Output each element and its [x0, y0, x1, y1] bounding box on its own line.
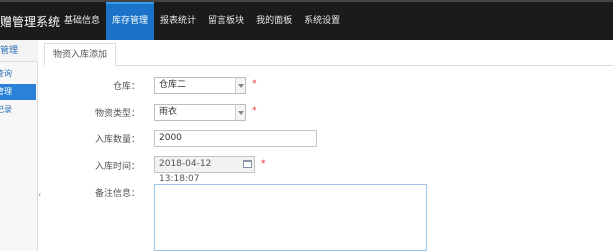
sidebar-item-label: 查询: [0, 69, 12, 78]
required-marker: *: [252, 79, 257, 89]
main-nav: 基础信息 库存管理 报表统计 留言板块 我的面板 系统设置: [58, 2, 346, 40]
nav-item-reports[interactable]: 报表统计: [154, 2, 202, 40]
nav-item-my-panel[interactable]: 我的面板: [250, 2, 298, 40]
sidebar-item-records[interactable]: 记录: [0, 102, 36, 118]
warehouse-select-value: 仓库二: [159, 80, 187, 90]
top-navbar: 捐赠管理系统 基础信息 库存管理 报表统计 留言板块 我的面板 系统设置: [0, 0, 613, 40]
sidebar-item-label: 管理: [0, 87, 12, 96]
app-title: 捐赠管理系统: [0, 15, 61, 29]
remark-label: 备注信息：: [94, 189, 140, 199]
chevron-down-icon: [235, 78, 245, 93]
nav-item-basic-info[interactable]: 基础信息: [58, 2, 106, 40]
calendar-icon[interactable]: [243, 160, 252, 168]
material-type-select-value: 雨衣: [159, 107, 178, 117]
stock-in-time-label: 入库时间：: [94, 162, 140, 172]
sidebar-item-manage[interactable]: 管理: [0, 84, 36, 100]
tab-material-stock-in[interactable]: 物资入库添加: [44, 43, 117, 66]
quantity-input[interactable]: 2000: [154, 130, 317, 147]
material-type-select[interactable]: 雨衣: [154, 104, 246, 121]
sidebar-item-query[interactable]: 查询: [0, 66, 36, 82]
nav-item-settings[interactable]: 系统设置: [298, 2, 346, 40]
required-marker: *: [252, 106, 257, 116]
warehouse-select[interactable]: 仓库二: [154, 77, 246, 94]
sidebar-item-label: 记录: [0, 105, 12, 114]
remark-textarea[interactable]: [154, 184, 427, 251]
sidebar-collapse-icon[interactable]: ‹: [38, 190, 44, 206]
required-marker: *: [261, 159, 266, 169]
chevron-down-icon: [235, 105, 245, 120]
material-type-label: 物资类型：: [94, 109, 140, 119]
tab-bar: 物资入库添加: [44, 40, 613, 66]
stock-in-time-field[interactable]: 2018-04-12 13:18:07: [154, 156, 255, 184]
sidebar-header: 存管理: [0, 40, 38, 62]
nav-item-inventory[interactable]: 库存管理: [106, 2, 155, 40]
sidebar-header-label: 存管理: [0, 46, 19, 56]
quantity-label: 入库数量：: [94, 135, 140, 145]
quantity-input-value: 2000: [159, 133, 182, 143]
stock-in-time-value: 2018-04-12 13:18:07: [159, 159, 212, 184]
warehouse-label: 仓库：: [112, 82, 140, 92]
nav-item-messages[interactable]: 留言板块: [202, 2, 250, 40]
